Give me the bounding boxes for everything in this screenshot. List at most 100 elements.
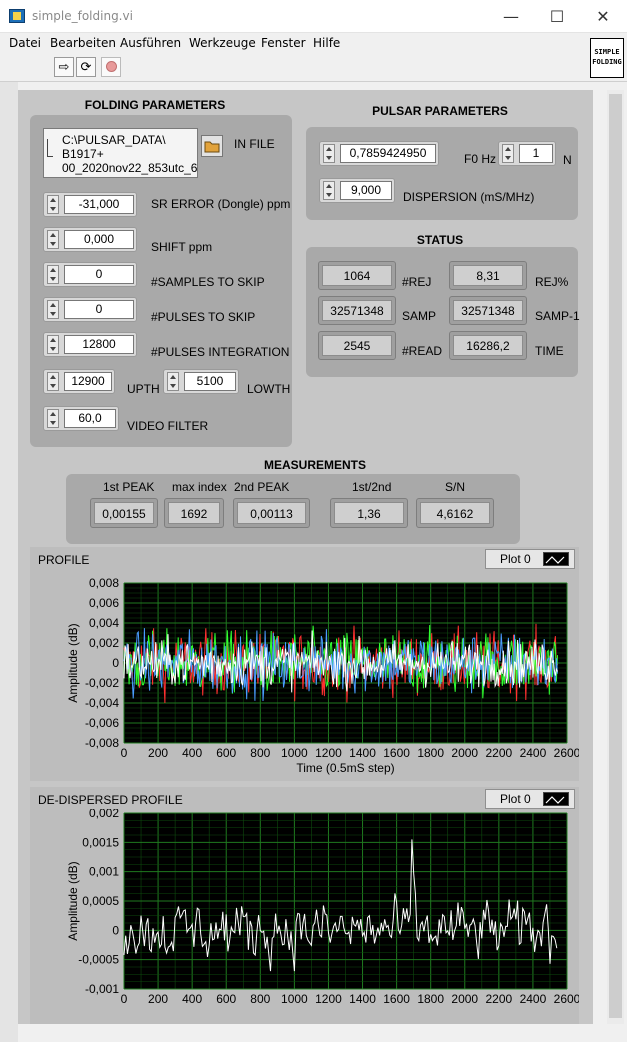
- run-continuously-icon[interactable]: ⟳: [76, 57, 96, 77]
- lowth-spinner[interactable]: [167, 372, 179, 391]
- samp1-label: SAMP-1: [535, 309, 580, 323]
- measurements-group: 1st PEAK max index 2nd PEAK 1st/2nd S/N …: [66, 474, 520, 544]
- video-filter-input[interactable]: 60,0: [64, 409, 116, 428]
- dispersion-spinner[interactable]: [323, 181, 335, 200]
- path-icon: [47, 139, 53, 157]
- sr-error-input[interactable]: -31,000: [64, 195, 134, 214]
- shift-input[interactable]: 0,000: [64, 230, 134, 249]
- samp-value: 32571348: [322, 300, 392, 321]
- x-tick-label: 200: [148, 992, 168, 1006]
- y-tick-label: 0,0015: [82, 835, 119, 849]
- max-index-value: 1692: [168, 502, 220, 524]
- y-tick-label: 0,0005: [82, 894, 119, 908]
- upth-input[interactable]: 12900: [64, 372, 112, 391]
- x-tick-label: 1200: [315, 746, 342, 760]
- pulses-integration-input[interactable]: 12800: [64, 335, 134, 354]
- front-panel: FOLDING PARAMETERS C:\PULSAR_DATA\ B1917…: [18, 90, 593, 1024]
- samp1-indicator: 32571348: [449, 296, 527, 325]
- sr-error-control: -31,000: [43, 192, 137, 217]
- x-tick-label: 1000: [281, 992, 308, 1006]
- folding-parameters-title: FOLDING PARAMETERS: [84, 98, 226, 112]
- folder-icon: [204, 141, 220, 153]
- y-tick-label: 0,002: [89, 636, 119, 650]
- menu-fenster[interactable]: Fenster: [261, 36, 306, 50]
- menu-datei[interactable]: Datei: [9, 36, 41, 50]
- x-tick-label: 2400: [520, 992, 547, 1006]
- y-tick-label: 0: [112, 656, 119, 670]
- pulses-integration-spinner[interactable]: [47, 335, 59, 354]
- menu-ausfuehren[interactable]: Ausführen: [120, 36, 181, 50]
- rej-indicator: 1064: [318, 261, 396, 290]
- ratio-label: 1st/2nd: [352, 480, 392, 494]
- y-axis-label: Amplitude (dB): [66, 861, 80, 940]
- profile-plot-legend[interactable]: Plot 0: [485, 549, 575, 569]
- status-group: 1064 #REJ 8,31 REJ% 32571348 SAMP 325713…: [306, 247, 580, 377]
- dispersion-input[interactable]: 9,000: [340, 181, 392, 200]
- scrollbar-thumb[interactable]: [609, 94, 622, 1018]
- ratio-indicator: 1,36: [330, 498, 408, 528]
- x-tick-label: 400: [182, 992, 202, 1006]
- in-file-label: IN FILE: [234, 137, 275, 151]
- minimize-button[interactable]: —: [488, 0, 534, 33]
- n-control: 1: [498, 141, 556, 166]
- time-indicator: 16286,2: [449, 331, 527, 360]
- peak2-indicator: 0,00113: [233, 498, 310, 528]
- run-arrow-icon[interactable]: ⇨: [54, 57, 74, 77]
- labview-app-icon: [9, 9, 25, 23]
- upth-control: 12900: [43, 369, 115, 394]
- measurements-title: MEASUREMENTS: [263, 458, 366, 472]
- y-tick-label: 0: [112, 923, 119, 937]
- samp-label: SAMP: [402, 309, 437, 323]
- abort-icon[interactable]: [101, 57, 121, 77]
- read-value: 2545: [322, 335, 392, 356]
- y-tick-label: -0,004: [85, 696, 119, 710]
- profile-plot-svg[interactable]: 0 200 400 600 800 1000 1200 1400 1600 1800 2000 220…: [30, 569, 579, 779]
- samples-skip-input[interactable]: 0: [64, 265, 134, 284]
- video-filter-spinner[interactable]: [47, 409, 59, 428]
- pulses-skip-input[interactable]: 0: [64, 300, 134, 319]
- upth-spinner[interactable]: [47, 372, 59, 391]
- x-tick-label: 400: [182, 746, 202, 760]
- profile-chart: PROFILE Plot 0 0 200 400 600 800 1000 1200 1400…: [30, 547, 579, 781]
- close-button[interactable]: ✕: [580, 0, 626, 33]
- lowth-input[interactable]: 5100: [184, 372, 236, 391]
- vertical-scrollbar[interactable]: [607, 90, 624, 1024]
- title-bar: simple_folding.vi — ☐ ✕: [0, 0, 627, 33]
- x-axis-label: Time (0.5mS step): [296, 761, 394, 775]
- y-tick-label: -0,001: [85, 982, 119, 996]
- y-tick-label: 0,001: [89, 865, 119, 879]
- time-value: 16286,2: [453, 335, 523, 356]
- shift-spinner[interactable]: [47, 230, 59, 249]
- menu-bearbeiten[interactable]: Bearbeiten: [50, 36, 116, 50]
- y-tick-label: 0,006: [89, 596, 119, 610]
- samp1-value: 32571348: [453, 300, 523, 321]
- in-file-path[interactable]: C:\PULSAR_DATA\ B1917+ 00_2020nov22_853u…: [43, 128, 198, 178]
- dedispersed-plot-svg[interactable]: 0 200 400 600 800 1000 1200 1400 1600 1800 2000 220…: [30, 809, 579, 1022]
- f0-input[interactable]: 0,7859424950: [340, 144, 436, 163]
- pulses-skip-spinner[interactable]: [47, 300, 59, 319]
- x-tick-label: 2000: [451, 746, 478, 760]
- n-input[interactable]: 1: [519, 144, 553, 163]
- samp-indicator: 32571348: [318, 296, 396, 325]
- f0-spinner[interactable]: [323, 144, 335, 163]
- x-tick-label: 2200: [485, 992, 512, 1006]
- y-tick-label: -0,008: [85, 736, 119, 750]
- n-spinner[interactable]: [502, 144, 514, 163]
- maximize-button[interactable]: ☐: [534, 0, 580, 33]
- plot-line-icon: [543, 792, 569, 806]
- dedispersed-title: DE-DISPERSED PROFILE: [38, 793, 183, 807]
- pulses-skip-control: 0: [43, 297, 137, 322]
- dedispersed-plot-legend[interactable]: Plot 0: [485, 789, 575, 809]
- browse-folder-button[interactable]: [201, 135, 223, 157]
- x-tick-label: 2600: [554, 992, 579, 1006]
- pulsar-parameters-group: 0,7859424950 F0 Hz 1 N 9,000 DISPERSION …: [306, 127, 578, 220]
- y-tick-label: -0,006: [85, 716, 119, 730]
- read-label: #READ: [402, 344, 443, 358]
- x-tick-label: 600: [216, 992, 236, 1006]
- menu-werkzeuge[interactable]: Werkzeuge: [189, 36, 256, 50]
- sr-error-spinner[interactable]: [47, 195, 59, 214]
- menu-hilfe[interactable]: Hilfe: [313, 36, 340, 50]
- dispersion-label: DISPERSION (mS/MHz): [403, 190, 535, 204]
- samples-skip-control: 0: [43, 262, 137, 287]
- samples-skip-spinner[interactable]: [47, 265, 59, 284]
